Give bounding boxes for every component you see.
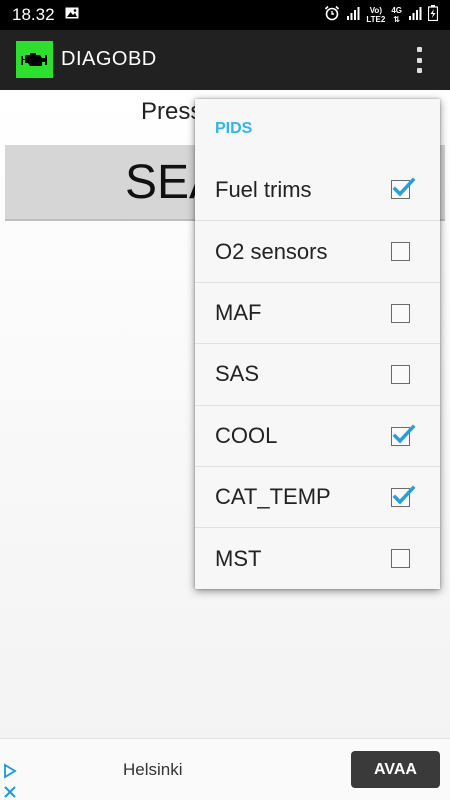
ad-choices-icon[interactable] xyxy=(3,761,19,800)
checkbox[interactable] xyxy=(391,303,410,323)
ad-banner: Helsinki AVAA xyxy=(0,738,450,800)
signal-icon xyxy=(346,6,360,25)
checkbox[interactable] xyxy=(391,365,410,385)
menu-item-sas[interactable]: SAS xyxy=(195,343,440,404)
pids-menu: PIDS Fuel trims O2 sensors MAF SAS COOL CAT_T… xyxy=(195,99,440,589)
status-bar: 18.32 Vo) LTE2 4G ⇅ xyxy=(0,0,450,30)
checkbox[interactable] xyxy=(391,177,416,199)
checkbox[interactable] xyxy=(391,549,410,569)
checkbox[interactable] xyxy=(391,485,416,507)
menu-item-fuel-trims[interactable]: Fuel trims xyxy=(195,159,440,220)
checkmark-icon xyxy=(392,424,416,444)
menu-item-label: MAF xyxy=(215,299,262,325)
menu-item-o2-sensors[interactable]: O2 sensors xyxy=(195,220,440,281)
network-label: Vo) LTE2 xyxy=(366,6,386,24)
menu-item-label: Fuel trims xyxy=(215,176,312,202)
menu-item-label: MST xyxy=(215,545,262,571)
checkmark-icon xyxy=(392,177,416,197)
menu-item-cool[interactable]: COOL xyxy=(195,404,440,466)
checkbox[interactable] xyxy=(391,242,410,262)
status-time: 18.32 xyxy=(12,5,55,24)
menu-item-cat-temp[interactable]: CAT_TEMP xyxy=(195,465,440,527)
battery-charging-icon xyxy=(427,4,439,26)
app-title: DIAGOBD xyxy=(61,48,157,70)
menu-item-label: CAT_TEMP xyxy=(215,484,331,510)
alarm-icon xyxy=(324,5,340,26)
overflow-menu-icon[interactable] xyxy=(414,44,424,76)
ad-text: Helsinki xyxy=(123,760,183,779)
menu-item-label: COOL xyxy=(215,422,278,448)
menu-header: PIDS xyxy=(215,120,253,137)
checkbox[interactable] xyxy=(391,424,416,446)
app-bar: DIAGOBD xyxy=(0,30,450,90)
ad-open-button[interactable]: AVAA xyxy=(351,751,440,788)
menu-item-maf[interactable]: MAF xyxy=(195,281,440,343)
menu-item-mst[interactable]: MST xyxy=(195,527,440,588)
network-type: 4G ⇅ xyxy=(391,6,402,24)
menu-item-label: O2 sensors xyxy=(215,238,328,264)
menu-item-label: SAS xyxy=(215,361,260,387)
image-icon xyxy=(65,6,79,24)
engine-icon xyxy=(16,41,53,78)
signal-icon xyxy=(408,6,422,25)
checkmark-icon xyxy=(392,485,416,505)
